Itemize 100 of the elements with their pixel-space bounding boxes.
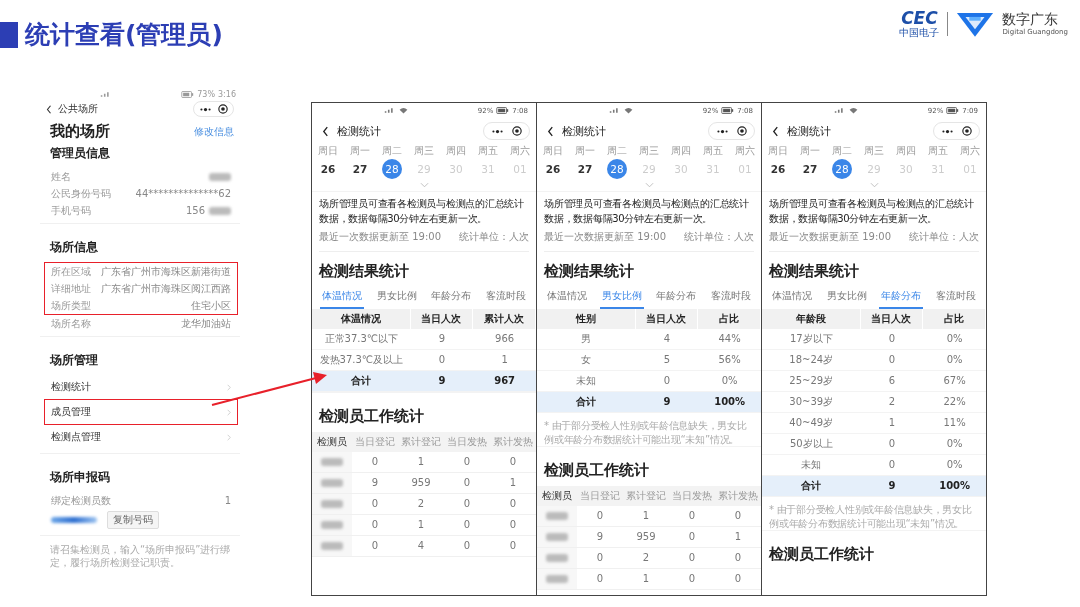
section-heading: 检测结果统计 — [769, 261, 860, 282]
date-item[interactable]: 26 — [318, 159, 338, 179]
target-icon[interactable] — [512, 126, 522, 136]
table-cell: 967 — [473, 371, 536, 392]
weekday-label: 周五 — [702, 144, 724, 158]
tab[interactable]: 男女比例 — [374, 287, 419, 309]
redaction-blur — [321, 479, 343, 487]
tab[interactable]: 客流时段 — [933, 287, 978, 309]
table-cell: 9 — [410, 371, 474, 392]
table-cell: 17岁以下 — [762, 329, 861, 350]
tab[interactable]: 年龄分布 — [654, 287, 699, 309]
back-icon[interactable] — [772, 125, 779, 137]
back-icon[interactable] — [322, 125, 329, 137]
table-cell: 44% — [698, 329, 761, 350]
field-value: 1 — [224, 495, 231, 506]
column-header: 累计人次 — [473, 309, 536, 329]
copy-button[interactable]: 复制号码 — [107, 511, 159, 529]
date-item[interactable]: 27 — [350, 159, 370, 179]
table-cell: 4 — [635, 329, 699, 350]
section-title: 管理员信息 — [50, 145, 111, 162]
table-cell: 9 — [635, 392, 699, 413]
table-cell: 0 — [669, 569, 715, 590]
table-cell: 6 — [860, 371, 924, 392]
wifi-icon — [847, 107, 859, 114]
weekday-label: 周四 — [445, 144, 467, 158]
target-icon[interactable] — [218, 104, 228, 114]
menu-item[interactable]: 检测统计 — [44, 375, 238, 399]
date-item[interactable]: 28 — [607, 159, 627, 179]
column-header: 检测员 — [537, 486, 577, 506]
date-item[interactable]: 26 — [543, 159, 563, 179]
weekday-label: 周三 — [413, 144, 435, 158]
table-cell: 0 — [577, 506, 623, 527]
field-label: 绑定检测员数 — [51, 493, 111, 508]
tab[interactable]: 体温情况 — [770, 287, 814, 309]
weekday-label: 周六 — [959, 144, 981, 158]
nav-title: 公共场所 — [58, 102, 98, 116]
field-value: 44**************62 — [135, 188, 231, 199]
column-header: 累计登记 — [623, 486, 669, 506]
menu-item[interactable]: 成员管理 — [44, 399, 238, 425]
column-header: 当日登记 — [352, 432, 398, 452]
more-icon[interactable] — [941, 128, 954, 134]
table-cell: 0 — [352, 536, 398, 557]
column-header: 当日人次 — [635, 309, 699, 329]
table-cell: 0% — [923, 350, 986, 371]
battery-icon — [181, 90, 195, 98]
section-heading: 检测结果统计 — [544, 261, 635, 282]
menu-item[interactable]: 检测点管理 — [44, 425, 238, 449]
table-cell: 0 — [444, 515, 490, 536]
target-icon[interactable] — [737, 126, 747, 136]
date-item[interactable]: 27 — [575, 159, 595, 179]
tab[interactable]: 男女比例 — [824, 287, 869, 309]
table-cell: 0 — [860, 434, 924, 455]
table-cell: 9 — [410, 329, 474, 350]
date-item[interactable]: 27 — [800, 159, 820, 179]
unit-note: 统计单位：人次 — [459, 230, 529, 244]
battery-icon — [946, 107, 960, 114]
tab[interactable]: 体温情况 — [545, 287, 589, 309]
back-icon[interactable] — [46, 104, 52, 114]
table-cell: 0 — [860, 350, 924, 371]
table-cell: 1 — [398, 452, 444, 473]
table-cell: 9 — [577, 527, 623, 548]
target-icon[interactable] — [962, 126, 972, 136]
footnote-text: * 由于部分受检人性别或年龄信息缺失，男女比例或年龄分布数据统计可能出现“未知”情况。 — [769, 503, 973, 530]
battery-percentage: 73% — [197, 89, 216, 99]
field-label: 详细地址 — [51, 281, 91, 296]
table-cell: 2 — [860, 392, 924, 413]
tab[interactable]: 年龄分布 — [429, 287, 474, 309]
signal-icon — [608, 107, 620, 114]
logo-text: CEC — [901, 10, 938, 27]
column-header: 占比 — [698, 309, 761, 329]
date-item[interactable]: 28 — [832, 159, 852, 179]
section-title: 场所信息 — [50, 239, 99, 256]
date-item[interactable]: 28 — [382, 159, 402, 179]
table-cell: 正常37.3℃以下 — [312, 329, 411, 350]
more-icon[interactable] — [491, 128, 504, 134]
more-icon[interactable] — [716, 128, 729, 134]
table-cell: 0 — [669, 548, 715, 569]
table-cell: 女 — [537, 350, 636, 371]
table-cell: 1 — [623, 506, 669, 527]
redaction-blur — [321, 458, 343, 466]
status-time: 3:16 — [218, 89, 236, 99]
table-cell: 67% — [923, 371, 986, 392]
edit-link[interactable]: 修改信息 — [194, 124, 234, 139]
column-header: 当日登记 — [577, 486, 623, 506]
redaction-blur — [51, 517, 97, 523]
weekday-label: 周五 — [927, 144, 949, 158]
back-icon[interactable] — [547, 125, 554, 137]
hint-text: 请召集检测员，输入“场所申报码”进行绑定，履行场所检测登记职责。 — [49, 544, 232, 569]
table-cell: 50岁以上 — [762, 434, 861, 455]
section-heading: 检测员工作统计 — [769, 544, 875, 565]
table-cell: 合计 — [762, 476, 861, 497]
description-text: 场所管理员可查看各检测员与检测点的汇总统计数据，数据每隔30分钟左右更新一次。 — [769, 197, 975, 226]
table-cell: 40~49岁 — [762, 413, 861, 434]
more-icon[interactable] — [199, 106, 212, 112]
column-header: 体温情况 — [312, 309, 411, 329]
tab[interactable]: 客流时段 — [708, 287, 753, 309]
date-item[interactable]: 26 — [768, 159, 788, 179]
tab[interactable]: 客流时段 — [483, 287, 528, 309]
update-note: 最近一次数据更新至 19:00 — [319, 230, 441, 244]
table-cell: 0 — [669, 506, 715, 527]
